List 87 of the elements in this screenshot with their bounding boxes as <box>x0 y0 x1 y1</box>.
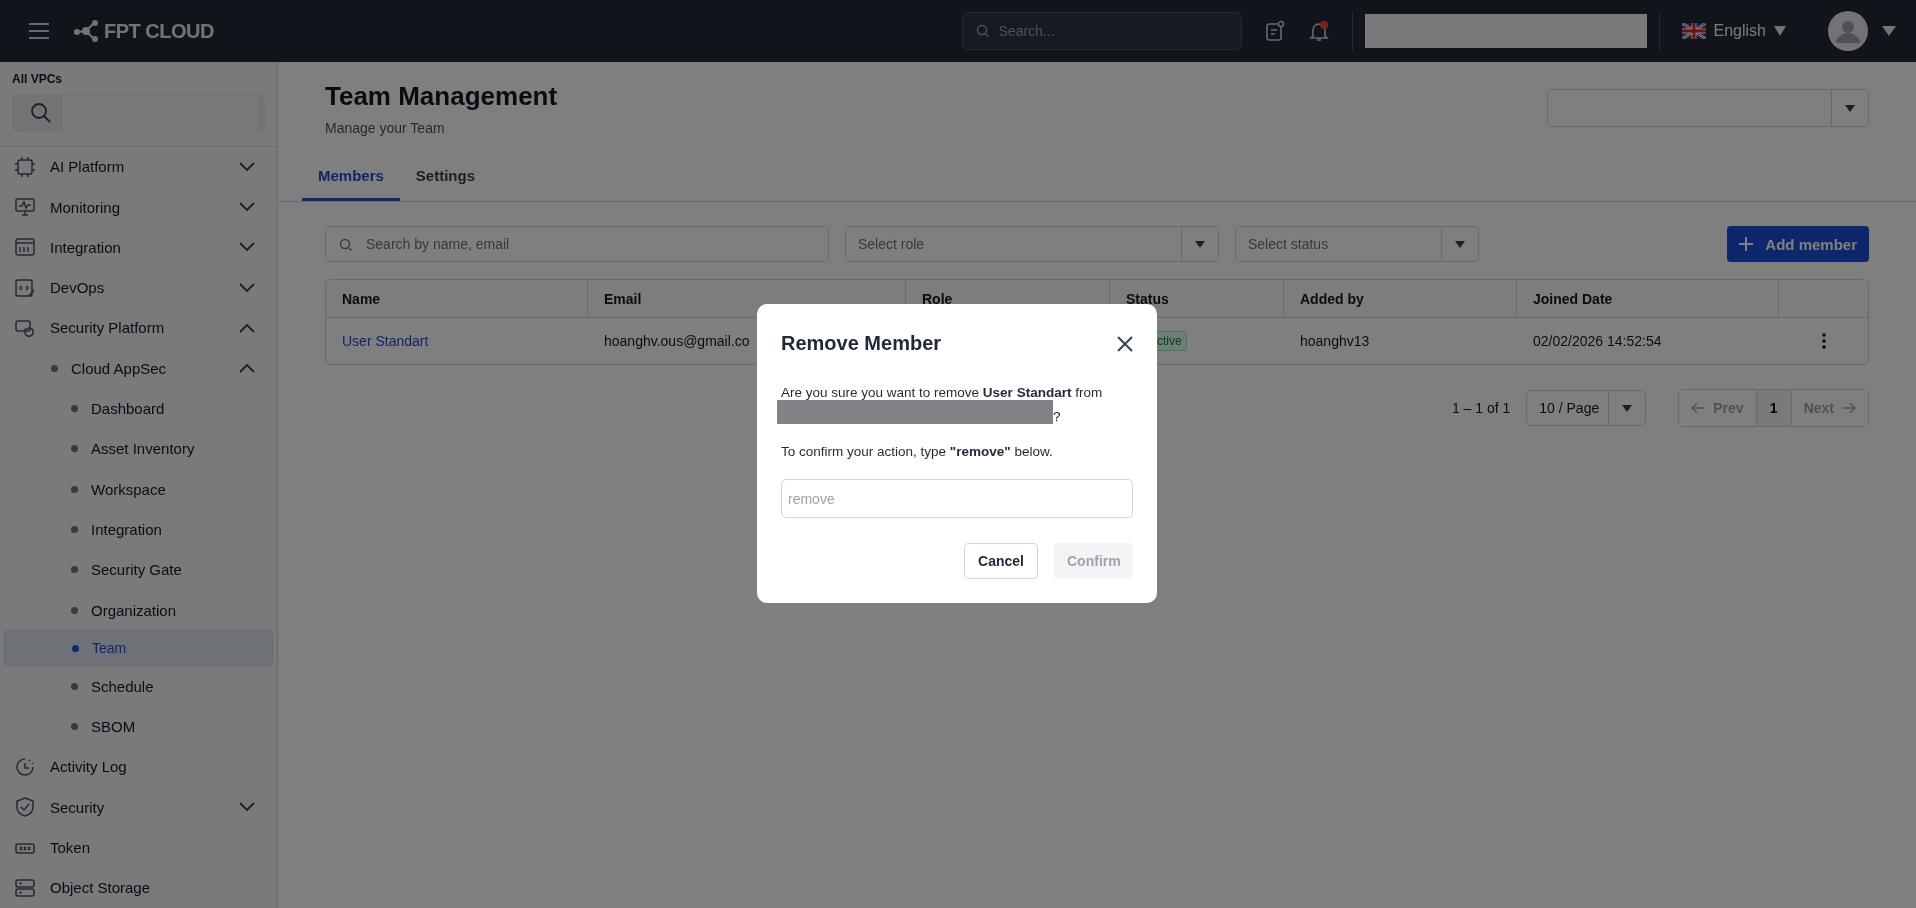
sidebar-item[interactable]: Activity Log <box>4 746 273 788</box>
bell-icon[interactable] <box>1307 20 1330 42</box>
storage-icon <box>14 876 36 899</box>
bullet-icon <box>71 445 78 453</box>
caret-icon[interactable] <box>1882 26 1896 36</box>
sidebar-item[interactable]: Cloud AppSec <box>4 348 273 389</box>
logo-text: FPT CLOUD <box>104 19 214 43</box>
page-title: Team Management <box>325 81 558 112</box>
sidebar-item[interactable]: Security Gate <box>4 549 273 590</box>
language-selector[interactable]: English <box>1681 22 1786 40</box>
instruction-text: To confirm your action, type "remove" below. <box>781 444 1054 459</box>
column-header: Added by <box>1300 290 1364 307</box>
avatar-icon[interactable] <box>1828 11 1868 51</box>
caret-icon <box>1455 240 1465 248</box>
caret-icon <box>1622 404 1633 412</box>
caret-icon <box>1195 240 1205 248</box>
arrow-left-icon <box>1691 402 1706 414</box>
sidebar-item[interactable]: Dashboard <box>4 388 273 429</box>
more-icon[interactable] <box>1821 333 1826 349</box>
shield-screen-icon <box>14 317 36 339</box>
sidebar-item[interactable]: SBOM <box>4 706 273 747</box>
tab[interactable]: Members <box>302 152 400 201</box>
confirmation-message: Are you sure you want to remove User Standart from <box>781 385 1104 400</box>
column-header: Status <box>1126 290 1169 307</box>
page-range: 1 – 1 of 1 <box>1451 400 1511 416</box>
document-icon[interactable] <box>1263 20 1286 42</box>
search-icon <box>30 102 52 124</box>
role-select[interactable]: Select role <box>845 226 1219 262</box>
vpc-label: All VPCs <box>12 72 63 86</box>
confirm-input[interactable]: remove <box>781 479 1133 518</box>
sidebar-item[interactable]: Asset Inventory <box>4 428 273 470</box>
arrow-right-icon <box>1842 402 1856 414</box>
page-size-select[interactable]: 10 / Page <box>1526 390 1647 426</box>
sidebar-item[interactable]: AI Platform <box>4 146 273 187</box>
clock-icon <box>14 755 36 778</box>
bullet-icon <box>71 606 78 614</box>
sidebar-item[interactable]: Token <box>4 827 273 868</box>
sidebar-item[interactable]: Security <box>4 787 273 828</box>
status-select[interactable]: Select status <box>1235 226 1479 262</box>
sidebar-item[interactable]: Monitoring <box>4 186 273 228</box>
sidebar-item[interactable]: Integration <box>4 227 273 268</box>
sidebar-item[interactable]: Team <box>4 630 273 667</box>
chip-icon <box>14 155 36 178</box>
question-mark: ? <box>1053 409 1061 424</box>
table-cell: hoanghv.ous@gmail.co <box>604 333 750 349</box>
column-header: Role <box>922 290 953 307</box>
sidebar-item[interactable]: Schedule <box>4 666 273 707</box>
search-field[interactable] <box>12 94 265 132</box>
plus-icon <box>1739 237 1754 251</box>
bullet-icon <box>71 525 78 533</box>
page-subtitle: Manage your Team <box>325 120 446 136</box>
bullet-icon <box>71 485 78 493</box>
bullet-icon <box>72 644 79 652</box>
search-field[interactable]: Search... <box>961 12 1242 50</box>
column-header: Email <box>604 290 642 307</box>
tab[interactable]: Settings <box>399 152 492 201</box>
sidebar-item[interactable]: Object Storage <box>4 867 273 908</box>
add-member-button[interactable]: Add member <box>1727 226 1869 262</box>
caret-icon <box>1845 104 1855 112</box>
sidebar-item[interactable]: Organization <box>4 589 273 631</box>
sidebar-item[interactable]: Security Platform <box>4 307 273 349</box>
logo-icon <box>74 20 100 42</box>
bullet-icon <box>71 723 78 731</box>
table-cell: 02/02/2026 14:52:54 <box>1533 333 1662 349</box>
monitor-icon <box>14 196 36 219</box>
member-name-link[interactable]: User Standart <box>342 333 429 349</box>
bullet-icon <box>51 364 58 372</box>
api-icon <box>14 236 36 259</box>
sidebar-item[interactable]: DevOps <box>4 267 273 308</box>
devops-icon <box>14 276 36 299</box>
bullet-icon <box>71 405 78 413</box>
table-cell: hoanghv13 <box>1300 333 1370 349</box>
dialog-title: Remove Member <box>781 332 942 355</box>
flag-icon <box>1681 23 1706 39</box>
page-button[interactable]: 1 <box>1755 390 1792 426</box>
bullet-icon <box>71 682 78 690</box>
column-header: Name <box>342 290 381 307</box>
sidebar-item[interactable]: Workspace <box>4 469 273 510</box>
close-icon[interactable] <box>1117 335 1133 352</box>
sidebar-item[interactable]: Integration <box>4 509 273 550</box>
status-badge: ctive <box>1157 331 1187 351</box>
menu-icon[interactable] <box>28 22 50 40</box>
caret-icon <box>1774 26 1786 36</box>
cancel-button[interactable]: Cancel <box>964 543 1038 579</box>
bullet-icon <box>71 566 78 574</box>
column-header: Joined Date <box>1533 290 1613 307</box>
shield-icon <box>14 796 36 819</box>
